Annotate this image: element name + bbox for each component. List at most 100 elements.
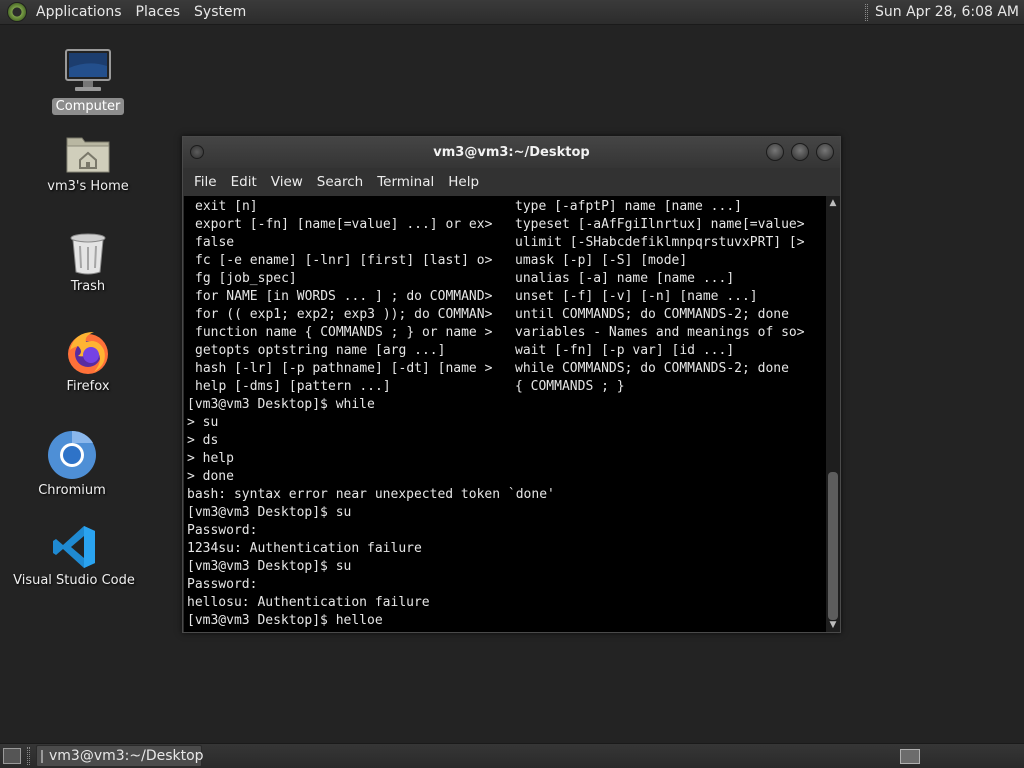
terminal-line: hellosu: Authentication failure (187, 595, 430, 610)
terminal-line: Password: (187, 523, 258, 538)
desktop-icon-firefox[interactable]: Firefox (23, 324, 153, 395)
computer-icon (65, 49, 111, 91)
main-menu: Applications Places System (0, 0, 253, 24)
help-entry-left: fc [-e ename] [-lnr] [first] [last] o> (195, 253, 493, 268)
terminal-line: > su (187, 415, 219, 430)
terminal-help-row: fc [-e ename] [-lnr] [first] [last] o> um… (187, 252, 826, 270)
terminal-line: Password: (187, 577, 258, 592)
terminal-line: [vm3@vm3 Desktop]$ helloe (187, 613, 383, 628)
terminal-scrollbar[interactable]: ▲ ▼ (826, 196, 840, 632)
help-entry-right: { COMMANDS ; } (515, 379, 625, 394)
system-menu[interactable]: System (187, 0, 253, 25)
help-entry-left: false (195, 235, 235, 250)
panel-separator (864, 3, 868, 21)
desktop-icon-label: Trash (70, 279, 106, 294)
desktop-icon-chromium[interactable]: Chromium (7, 428, 137, 499)
menu-search[interactable]: Search (310, 168, 370, 196)
scroll-up-icon[interactable]: ▲ (826, 196, 840, 210)
terminal-window[interactable]: vm3@vm3:~/Desktop File Edit View Search … (182, 136, 841, 633)
top-panel: Applications Places System Sun Apr 28, 6… (0, 0, 1024, 25)
desktop-icon-computer[interactable]: Computer (23, 44, 153, 115)
terminal-icon (41, 749, 43, 763)
help-entry-left: function name { COMMANDS ; } or name > (195, 325, 493, 340)
help-entry-left: help [-dms] [pattern ...] (195, 379, 391, 394)
terminal-line: [vm3@vm3 Desktop]$ su (187, 559, 352, 574)
terminal-help-row: exit [n] type [-afptP] name [name ...] (187, 198, 826, 216)
terminal-help-row: for NAME [in WORDS ... ] ; do COMMAND> un… (187, 288, 826, 306)
window-title: vm3@vm3:~/Desktop (433, 145, 590, 160)
terminal-help-row: getopts optstring name [arg ...] wait [-f… (187, 342, 826, 360)
help-entry-left: export [-fn] [name[=value] ...] or ex> (195, 217, 493, 232)
help-entry-left: getopts optstring name [arg ...] (195, 343, 446, 358)
show-desktop-button[interactable] (3, 748, 21, 764)
terminal-line: bash: syntax error near unexpected token… (187, 487, 555, 502)
desktop-icon-label: Computer (51, 98, 125, 115)
panel-separator (27, 747, 30, 765)
desktop-icon-vscode[interactable]: Visual Studio Code (9, 518, 139, 589)
taskbar-terminal-button[interactable]: vm3@vm3:~/Desktop (36, 745, 204, 767)
desktop-icon-label: vm3's Home (47, 179, 129, 194)
help-entry-left: for NAME [in WORDS ... ] ; do COMMAND> (195, 289, 493, 304)
menu-view[interactable]: View (264, 168, 310, 196)
terminal-output[interactable]: exit [n] type [-afptP] name [name ...] exp… (184, 196, 826, 632)
help-entry-right: typeset [-aAfFgiIlnrtux] name[=value> (515, 217, 805, 232)
places-menu[interactable]: Places (129, 0, 188, 25)
terminal-text: exit [n] type [-afptP] name [name ...] exp… (184, 196, 826, 630)
terminal-help-row: function name { COMMANDS ; } or name > va… (187, 324, 826, 342)
terminal-help-row: hash [-lr] [-p pathname] [-dt] [name > wh… (187, 360, 826, 378)
scroll-down-icon[interactable]: ▼ (826, 618, 840, 632)
distro-logo-icon[interactable] (7, 2, 27, 22)
desktop-icon-label: Chromium (38, 483, 106, 498)
help-entry-left: hash [-lr] [-p pathname] [-dt] [name > (195, 361, 493, 376)
help-entry-right: variables - Names and meanings of so> (515, 325, 805, 340)
vscode-icon (53, 526, 95, 568)
workspace-switcher[interactable] (900, 748, 920, 764)
window-menu-icon[interactable] (190, 145, 204, 159)
desktop-icon-home[interactable]: vm3's Home (23, 124, 153, 195)
terminal-line: 1234su: Authentication failure (187, 541, 422, 556)
help-entry-left: fg [job_spec] (195, 271, 297, 286)
menu-help[interactable]: Help (441, 168, 486, 196)
trash-icon (70, 233, 106, 275)
help-entry-right: umask [-p] [-S] [mode] (515, 253, 688, 268)
terminal-help-row: export [-fn] [name[=value] ...] or ex> ty… (187, 216, 826, 234)
terminal-line: [vm3@vm3 Desktop]$ su (187, 505, 352, 520)
panel-tray: Sun Apr 28, 6:08 AM (864, 0, 1024, 24)
desktop-icon-label: Firefox (66, 379, 110, 394)
help-entry-left: for (( exp1; exp2; exp3 )); do COMMAN> (195, 307, 493, 322)
menubar: File Edit View Search Terminal Help (183, 168, 840, 196)
menu-file[interactable]: File (187, 168, 224, 196)
firefox-icon (68, 332, 108, 374)
window-controls (766, 143, 834, 161)
desktop-icon-label: Visual Studio Code (13, 573, 135, 588)
terminal-help-row: false ulimit [-SHabcdefiklmnpqrstuvxPRT] … (187, 234, 826, 252)
close-button[interactable] (816, 143, 834, 161)
terminal-help-row: for (( exp1; exp2; exp3 )); do COMMAN> un… (187, 306, 826, 324)
terminal-help-row: fg [job_spec] unalias [-a] name [name ...… (187, 270, 826, 288)
menu-edit[interactable]: Edit (224, 168, 264, 196)
help-entry-right: unset [-f] [-v] [-n] [name ...] (515, 289, 758, 304)
window-titlebar[interactable]: vm3@vm3:~/Desktop (183, 137, 840, 168)
chromium-icon (48, 430, 96, 479)
terminal-line: [vm3@vm3 Desktop]$ while (187, 397, 375, 412)
clock[interactable]: Sun Apr 28, 6:08 AM (875, 4, 1024, 20)
help-entry-right: type [-afptP] name [name ...] (515, 199, 742, 214)
help-entry-right: ulimit [-SHabcdefiklmnpqrstuvxPRT] [> (515, 235, 805, 250)
scroll-thumb[interactable] (828, 472, 838, 620)
maximize-button[interactable] (791, 143, 809, 161)
bottom-panel: vm3@vm3:~/Desktop (0, 743, 1024, 768)
terminal-help-row: help [-dms] [pattern ...] { COMMANDS ; } (187, 378, 826, 396)
terminal-line: > help (187, 451, 234, 466)
minimize-button[interactable] (766, 143, 784, 161)
applications-menu[interactable]: Applications (29, 0, 129, 25)
desktop-icon-trash[interactable]: Trash (23, 224, 153, 295)
help-entry-right: until COMMANDS; do COMMANDS-2; done (515, 307, 789, 322)
home-folder-icon (66, 137, 110, 173)
help-entry-right: unalias [-a] name [name ...] (515, 271, 735, 286)
menu-terminal[interactable]: Terminal (370, 168, 441, 196)
terminal-line: > ds (187, 433, 219, 448)
terminal-line: > done (187, 469, 234, 484)
help-entry-right: wait [-fn] [-p var] [id ...] (515, 343, 735, 358)
help-entry-right: while COMMANDS; do COMMANDS-2; done (515, 361, 789, 376)
help-entry-left: exit [n] (195, 199, 258, 214)
